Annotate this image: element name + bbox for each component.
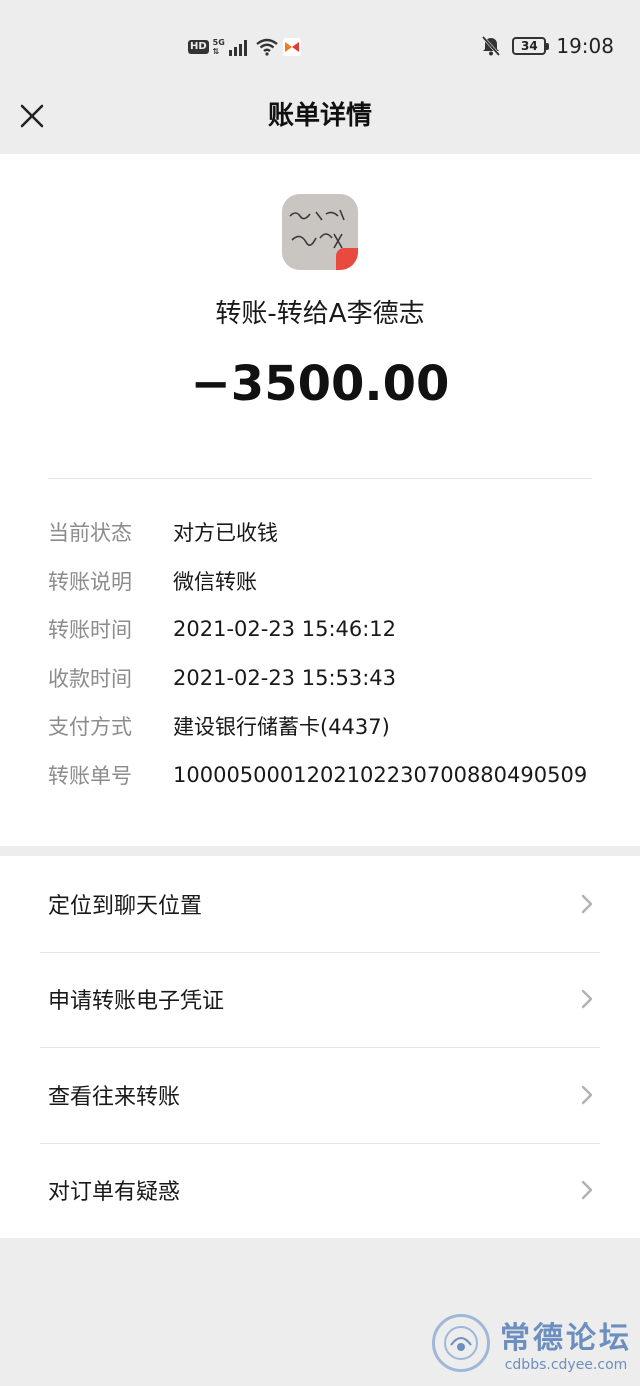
avatar-badge <box>336 248 358 270</box>
network-icon: 5G ⇅ <box>213 38 225 56</box>
status-time: 19:08 <box>556 34 614 58</box>
detail-value: 2021-02-23 15:53:43 <box>173 665 397 690</box>
action-label: 定位到聊天位置 <box>48 893 203 919</box>
wifi-icon <box>256 38 278 56</box>
detail-row-receive-time: 收款时间 2021-02-23 15:53:43 <box>48 654 608 703</box>
battery-icon: 34 <box>512 37 550 55</box>
detail-label: 转账单号 <box>48 763 132 788</box>
detail-row-transfer-number: 转账单号 100005000120210223070088049050​9 <box>48 751 608 800</box>
app-notification-icon <box>282 38 301 56</box>
detail-value: 建设银行储蓄卡(4437) <box>173 715 390 740</box>
bell-muted-icon <box>482 36 501 56</box>
detail-label: 支付方式 <box>48 715 132 740</box>
locate-chat-button[interactable]: 定位到聊天位置 <box>0 856 640 952</box>
network-arrows: ⇅ <box>212 47 220 56</box>
detail-label: 当前状态 <box>48 521 132 546</box>
network-label: 5G <box>212 38 225 47</box>
transfer-amount: −3500.00 <box>190 356 450 412</box>
status-right-icons: 34 19:08 <box>480 32 614 60</box>
watermark-subtitle: cdbbs.cdyee.com <box>504 1357 628 1373</box>
chevron-right-icon <box>581 894 593 913</box>
detail-row-transfer-time: 转账时间 2021-02-23 15:46:12 <box>48 605 608 654</box>
action-label: 申请转账电子凭证 <box>48 989 225 1015</box>
detail-row-note: 转账说明 微信转账 <box>48 557 608 606</box>
action-label: 对订单有疑惑 <box>48 1180 181 1206</box>
hd-icon: HD <box>188 40 209 54</box>
detail-row-payment-method: 支付方式 建设银行储蓄卡(4437) <box>48 702 608 751</box>
detail-value: 微信转账 <box>173 569 257 594</box>
detail-value: 2021-02-23 15:46:12 <box>173 617 397 642</box>
divider <box>48 478 592 479</box>
detail-label: 转账说明 <box>48 569 132 594</box>
bill-detail-card: 转账-转给A李德志 −3500.00 当前状态 对方已收钱 转账说明 微信转账 … <box>0 154 640 846</box>
watermark-logo-icon <box>432 1314 490 1372</box>
status-left-icons: HD 5G ⇅ <box>188 36 301 58</box>
nav-bar: 账单详情 <box>0 92 640 154</box>
chevron-right-icon <box>581 1181 593 1200</box>
view-transfers-button[interactable]: 查看往来转账 <box>0 1047 640 1143</box>
watermark-text: 常德论坛 cdbbs.cdyee.com <box>500 1313 632 1373</box>
watermark: 常德论坛 cdbbs.cdyee.com <box>432 1308 632 1378</box>
page-title: 账单详情 <box>267 101 372 131</box>
battery-level: 34 <box>521 39 538 53</box>
chevron-right-icon <box>581 1085 593 1104</box>
status-bar: HD 5G ⇅ 34 19:08 <box>0 0 640 92</box>
detail-list: 当前状态 对方已收钱 转账说明 微信转账 转账时间 2021-02-23 15:… <box>48 508 608 799</box>
action-list: 定位到聊天位置 申请转账电子凭证 查看往来转账 对订单有疑惑 <box>0 856 640 1238</box>
detail-label: 收款时间 <box>48 666 132 691</box>
order-question-button[interactable]: 对订单有疑惑 <box>0 1142 640 1239</box>
action-label: 查看往来转账 <box>48 1084 181 1110</box>
signal-icon <box>228 40 247 56</box>
avatar[interactable] <box>282 194 358 270</box>
detail-value[interactable]: 100005000120210223070088049050​9 <box>173 763 587 787</box>
transfer-title: 转账-转给A李德志 <box>215 299 425 329</box>
detail-label: 转账时间 <box>48 618 132 643</box>
request-voucher-button[interactable]: 申请转账电子凭证 <box>0 951 640 1048</box>
detail-value: 对方已收钱 <box>173 521 278 546</box>
detail-row-status: 当前状态 对方已收钱 <box>48 508 608 557</box>
chevron-right-icon <box>581 990 593 1009</box>
watermark-title: 常德论坛 <box>500 1321 632 1356</box>
